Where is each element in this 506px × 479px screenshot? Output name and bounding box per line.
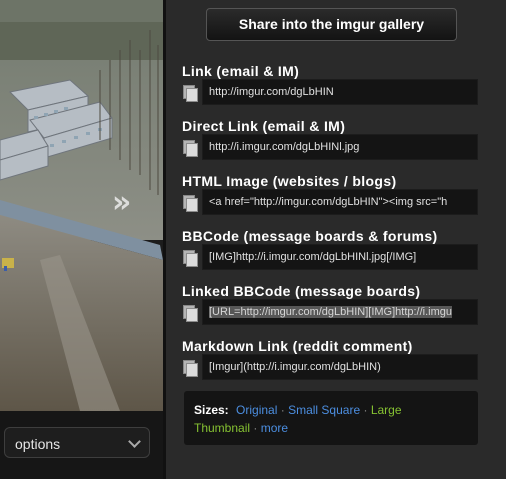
html-image-field[interactable]: <a href="http://imgur.com/dgLbHIN"><img … [202, 189, 478, 215]
chevron-down-icon [128, 435, 141, 448]
copy-icon[interactable] [183, 360, 198, 377]
share-gallery-button[interactable]: Share into the imgur gallery [206, 8, 457, 41]
separator: · [363, 403, 368, 417]
copy-icon[interactable] [183, 140, 198, 157]
direct-link-title: Direct Link (email & IM) [182, 118, 346, 134]
separator: · [280, 403, 285, 417]
markdown-title: Markdown Link (reddit comment) [182, 338, 413, 354]
preview-photo [0, 0, 163, 411]
copy-icon[interactable] [183, 305, 198, 322]
options-bar: options [0, 411, 163, 479]
direct-link-field[interactable]: http://i.imgur.com/dgLbHINl.jpg [202, 134, 478, 160]
image-preview: » options [0, 0, 163, 479]
link-field[interactable]: http://imgur.com/dgLbHIN [202, 79, 478, 105]
bbcode-field[interactable]: [IMG]http://i.imgur.com/dgLbHINl.jpg[/IM… [202, 244, 478, 270]
next-image-icon[interactable]: » [112, 188, 131, 218]
link-title: Link (email & IM) [182, 63, 300, 79]
options-dropdown[interactable]: options [4, 427, 150, 458]
selected-text: [URL=http://imgur.com/dgLbHIN][IMG]http:… [209, 306, 453, 318]
copy-icon[interactable] [183, 250, 198, 267]
html-image-title: HTML Image (websites / blogs) [182, 173, 397, 189]
size-original-link[interactable]: Original [236, 403, 277, 417]
size-more-link[interactable]: more [261, 421, 288, 435]
sizes-box: Sizes: Original · Small Square · Large T… [184, 391, 478, 445]
size-small-square-link[interactable]: Small Square [288, 403, 360, 417]
sizes-label: Sizes: [194, 403, 229, 417]
separator: · [253, 421, 258, 435]
bbcode-title: BBCode (message boards & forums) [182, 228, 438, 244]
copy-icon[interactable] [183, 85, 198, 102]
linked-bbcode-field[interactable]: [URL=http://imgur.com/dgLbHIN][IMG]http:… [202, 299, 478, 325]
linked-bbcode-title: Linked BBCode (message boards) [182, 283, 421, 299]
size-large-link[interactable]: Large [371, 403, 402, 417]
copy-icon[interactable] [183, 195, 198, 212]
share-panel: Share into the imgur gallery Link (email… [163, 0, 506, 479]
size-thumbnail-link[interactable]: Thumbnail [194, 421, 250, 435]
markdown-field[interactable]: [Imgur](http://i.imgur.com/dgLbHIN) [202, 354, 478, 380]
options-label: options [15, 436, 61, 452]
